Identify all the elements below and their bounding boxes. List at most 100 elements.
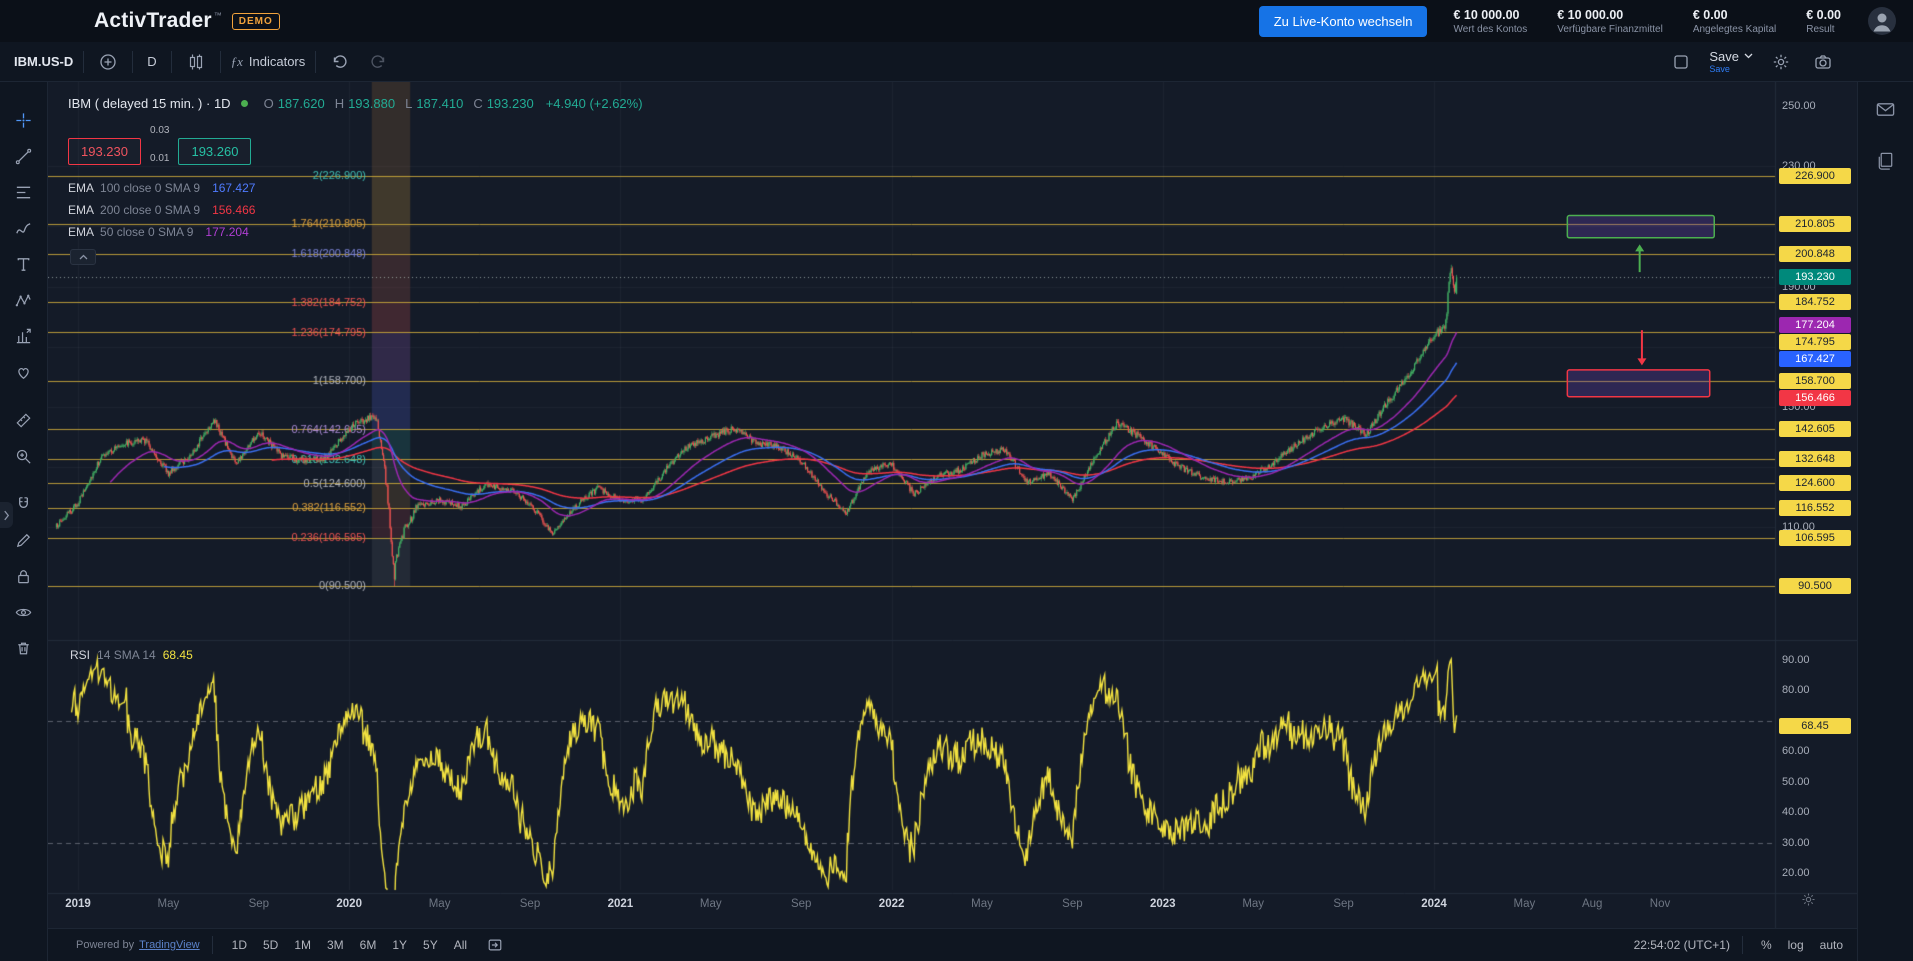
pencil-icon[interactable] (10, 526, 38, 554)
screenshot-camera-icon[interactable] (1809, 48, 1837, 76)
chart-toolbar-left: IBM.US-D D ƒx Indicators (14, 48, 392, 76)
chart-toolbar-right: Save Save (1667, 48, 1899, 76)
market-open-dot-icon (241, 100, 248, 107)
save-button[interactable]: Save Save (1709, 50, 1753, 74)
layout-select-icon[interactable] (1667, 48, 1695, 76)
logo[interactable]: ActivTrader ™ DEMO (94, 9, 280, 33)
toolbar-separator (220, 51, 221, 73)
range-1m-button[interactable]: 1M (287, 934, 318, 956)
rsi-value: 68.45 (163, 648, 193, 662)
toolbar-separator (171, 51, 172, 73)
indicator-params: 200 close 0 SMA 9 (100, 203, 200, 217)
trash-icon[interactable] (10, 634, 38, 662)
forecast-icon[interactable] (10, 322, 38, 350)
toolbar-separator (315, 51, 316, 73)
clock-label: 22:54:02 (UTC+1) (1634, 938, 1730, 952)
range-5d-button[interactable]: 5D (256, 934, 285, 956)
fx-icon: ƒx (231, 54, 243, 70)
ohlc-value: 193.880 (348, 96, 395, 111)
account-stat: € 10 000.00Verfügbare Finanzmittel (1557, 8, 1663, 35)
log-scale-button[interactable]: log (1782, 934, 1810, 956)
indicators-label: Indicators (249, 54, 305, 69)
range-6m-button[interactable]: 6M (353, 934, 384, 956)
person-icon (1867, 6, 1897, 36)
user-avatar[interactable] (1867, 6, 1897, 36)
range-buttons: 1D5D1M3M6M1Y5YAll (225, 934, 474, 956)
tradingview-link[interactable]: TradingView (139, 939, 200, 951)
axis-settings-gear-icon[interactable] (1801, 892, 1819, 910)
indicator-params: 50 close 0 SMA 9 (100, 225, 193, 239)
spread-low: 0.01 (150, 153, 169, 164)
indicator-name: EMA (68, 225, 94, 239)
indicator-legend-rows: EMA100 close 0 SMA 9167.427 EMA 200 close … (68, 177, 643, 243)
interval-button[interactable]: D (143, 54, 160, 69)
account-stat: € 0.00Angelegtes Kapital (1693, 8, 1776, 35)
zoom-icon[interactable] (10, 442, 38, 470)
text-icon[interactable] (10, 250, 38, 278)
indicator-row[interactable]: EMA200 close 0 SMA 9156.466 (68, 199, 643, 221)
go-to-date-icon[interactable] (482, 933, 508, 957)
trend-line-icon[interactable] (10, 142, 38, 170)
save-label: Save (1709, 50, 1739, 63)
rsi-label: RSI (70, 648, 90, 662)
switch-to-live-account-button[interactable]: Zu Live-Konto wechseln (1259, 6, 1428, 37)
legend-title-row: IBM ( delayed 15 min. ) · 1D O187.620H19… (68, 96, 643, 111)
footer-separator (212, 936, 213, 954)
legend-collapse-button[interactable] (70, 249, 96, 265)
auto-scale-button[interactable]: auto (1814, 934, 1849, 956)
powered-by-label: Powered by (76, 939, 134, 951)
settings-gear-icon[interactable] (1767, 48, 1795, 76)
buy-ask-button[interactable]: 193.260 (178, 138, 251, 165)
percent-scale-button[interactable]: % (1755, 934, 1778, 956)
indicators-button[interactable]: ƒx Indicators (231, 54, 306, 70)
scale-buttons: %logauto (1755, 934, 1849, 956)
measure-icon[interactable] (10, 406, 38, 434)
chart-area: 250.00230.00190.00150.00110.0090.0080.00… (48, 82, 1857, 961)
stat-label: Wert des Kontos (1453, 24, 1527, 35)
ohlc-key: H (335, 96, 344, 111)
demo-badge: DEMO (232, 13, 280, 30)
lock-icon[interactable] (10, 562, 38, 590)
pattern-icon[interactable] (10, 286, 38, 314)
ohlc-value: 187.410 (416, 96, 463, 111)
account-stat: € 10 000.00 Wert des Kontos (1453, 8, 1527, 35)
legend-symbol-title[interactable]: IBM ( delayed 15 min. ) · 1D (68, 96, 231, 111)
chevron-right-icon (3, 510, 10, 521)
undo-icon[interactable] (326, 48, 354, 76)
compare-add-symbol-icon[interactable] (94, 48, 122, 76)
range-1y-button[interactable]: 1Y (385, 934, 414, 956)
eye-icon[interactable] (10, 598, 38, 626)
emoji-icon[interactable] (10, 358, 38, 386)
range-all-button[interactable]: All (447, 934, 474, 956)
indicator-row[interactable]: EMA100 close 0 SMA 9167.427 (68, 177, 643, 199)
indicator-value: 156.466 (212, 203, 255, 217)
account-stats: € 10 000.00 Wert des Kontos € 10 000.00Ver… (1453, 8, 1841, 35)
sell-bid-button[interactable]: 193.230 (68, 138, 141, 165)
sidebar-expand-handle[interactable] (0, 502, 13, 528)
ohlc-key: O (264, 96, 274, 111)
stat-value: € 0.00 (1806, 8, 1841, 22)
indicator-row[interactable]: EMA 50 close 0 SMA 9 177.204 (68, 221, 643, 243)
magnet-icon[interactable] (10, 490, 38, 518)
chart-type-candles-icon[interactable] (182, 48, 210, 76)
brush-icon[interactable] (10, 214, 38, 242)
redo-icon[interactable] (364, 48, 392, 76)
bid-ask-row: 193.230 0.03 0.01 193.260 (68, 125, 643, 165)
fib-retracement-icon[interactable] (10, 178, 38, 206)
mail-icon[interactable] (1871, 94, 1901, 124)
indicator-value: 177.204 (205, 225, 248, 239)
range-3m-button[interactable]: 3M (320, 934, 351, 956)
spread-high: 0.03 (150, 125, 169, 136)
activtrader-app: ActivTrader ™ DEMO Zu Live-Konto wechsel… (0, 0, 1913, 961)
symbol-button[interactable]: IBM.US-D (14, 54, 73, 69)
range-5y-button[interactable]: 5Y (416, 934, 445, 956)
chart-toolbar: IBM.US-D D ƒx Indicators (0, 42, 1913, 82)
range-1d-button[interactable]: 1D (225, 934, 254, 956)
reports-icon[interactable] (1871, 146, 1901, 176)
crosshair-icon[interactable] (10, 106, 38, 134)
stat-value: € 0.00 (1693, 8, 1776, 22)
stat-value: € 10 000.00 (1453, 8, 1527, 22)
rsi-params: 14 SMA 14 (97, 648, 156, 662)
rsi-legend[interactable]: RSI 14 SMA 14 68.45 (70, 648, 193, 662)
toolbar-separator (83, 51, 84, 73)
